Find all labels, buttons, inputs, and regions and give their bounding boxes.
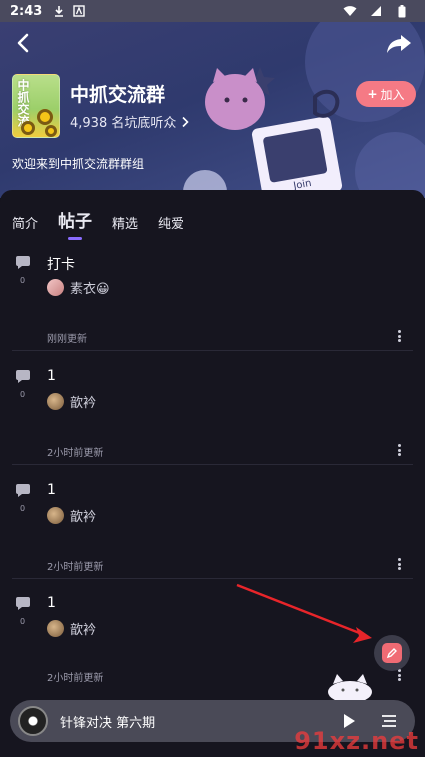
comment-icon: [16, 597, 30, 610]
updated-time: 2小时前更新: [47, 562, 104, 573]
divider: [12, 578, 413, 579]
share-icon: [387, 35, 411, 53]
author-name: 歆衿: [70, 396, 97, 411]
chevron-right-icon: [182, 116, 189, 127]
battery-icon: [395, 4, 409, 18]
download-icon: [52, 4, 66, 18]
updated-time: 2小时前更新: [47, 448, 104, 459]
comment-count: 0: [20, 504, 26, 513]
join-button[interactable]: + 加入: [356, 81, 416, 107]
post-title: 1: [47, 368, 56, 384]
tab-bar: 简介 帖子 精选 纯爱: [12, 206, 184, 236]
comment-icon: [16, 370, 30, 383]
avatar: [47, 393, 64, 410]
comment-count: 0: [20, 276, 26, 285]
status-time: 2:43: [10, 3, 43, 19]
status-bar: 2:43: [0, 0, 425, 22]
more-options-icon[interactable]: [394, 444, 404, 456]
avatar: [47, 279, 64, 296]
cat-sticker-icon: [328, 674, 372, 702]
back-button[interactable]: [12, 32, 34, 54]
comment-count: 0: [20, 390, 26, 399]
post-title: 1: [47, 482, 56, 498]
comment-icon: [16, 484, 30, 497]
divider: [12, 350, 413, 351]
wifi-icon: [343, 4, 357, 18]
post-author[interactable]: 歆衿: [47, 506, 96, 525]
author-name: 歆衿: [70, 623, 97, 638]
author-name: 素衣😀: [70, 282, 110, 297]
tab-intro[interactable]: 简介: [12, 213, 38, 236]
more-options-icon[interactable]: [394, 558, 404, 570]
signal-icon: [369, 4, 383, 18]
member-count-link[interactable]: 4,938 名坑底听众: [70, 112, 190, 131]
post-title: 打卡: [47, 257, 75, 273]
watermark: 91xz.net: [294, 727, 419, 755]
tab-pure-love[interactable]: 纯爱: [158, 213, 184, 236]
join-label: 加入: [380, 87, 405, 102]
player-title: 针锋对决 第六期: [60, 715, 156, 731]
edit-icon: [382, 643, 402, 663]
updated-time: 2小时前更新: [47, 673, 104, 684]
sunflower-icon: [45, 125, 57, 137]
group-cover-image: 中抓交流: [12, 74, 60, 138]
app-notification-icon: [72, 4, 86, 18]
author-name: 歆衿: [70, 510, 97, 525]
post-author[interactable]: 歆衿: [47, 619, 96, 638]
comment-count: 0: [20, 617, 26, 626]
group-description: 欢迎来到中抓交流群群组: [12, 157, 145, 171]
group-header: Join 中抓交流 中抓交流群 4,938 名坑底听众 + 加入 欢迎来到中抓交…: [0, 22, 425, 198]
back-arrow-icon: [17, 33, 29, 53]
plus-icon: +: [367, 87, 378, 101]
post-author[interactable]: 素衣😀: [47, 278, 110, 297]
tab-posts[interactable]: 帖子: [58, 207, 92, 236]
updated-time: 刚刚更新: [47, 334, 87, 345]
sunflower-icon: [21, 121, 35, 135]
compose-post-button[interactable]: [374, 635, 410, 671]
comment-icon: [16, 256, 30, 269]
post-author[interactable]: 歆衿: [47, 392, 96, 411]
member-count: 4,938 名坑底听众: [70, 116, 177, 131]
post-title: 1: [47, 595, 56, 611]
share-button[interactable]: [385, 32, 413, 56]
avatar: [47, 507, 64, 524]
album-disc-icon: [18, 706, 48, 736]
more-options-icon[interactable]: [394, 330, 404, 342]
cover-text: 中抓交流: [16, 79, 30, 127]
tab-featured[interactable]: 精选: [112, 213, 138, 236]
group-name: 中抓交流群: [70, 84, 166, 106]
avatar: [47, 620, 64, 637]
more-options-icon[interactable]: [394, 669, 404, 681]
sunflower-icon: [37, 109, 53, 125]
divider: [12, 464, 413, 465]
